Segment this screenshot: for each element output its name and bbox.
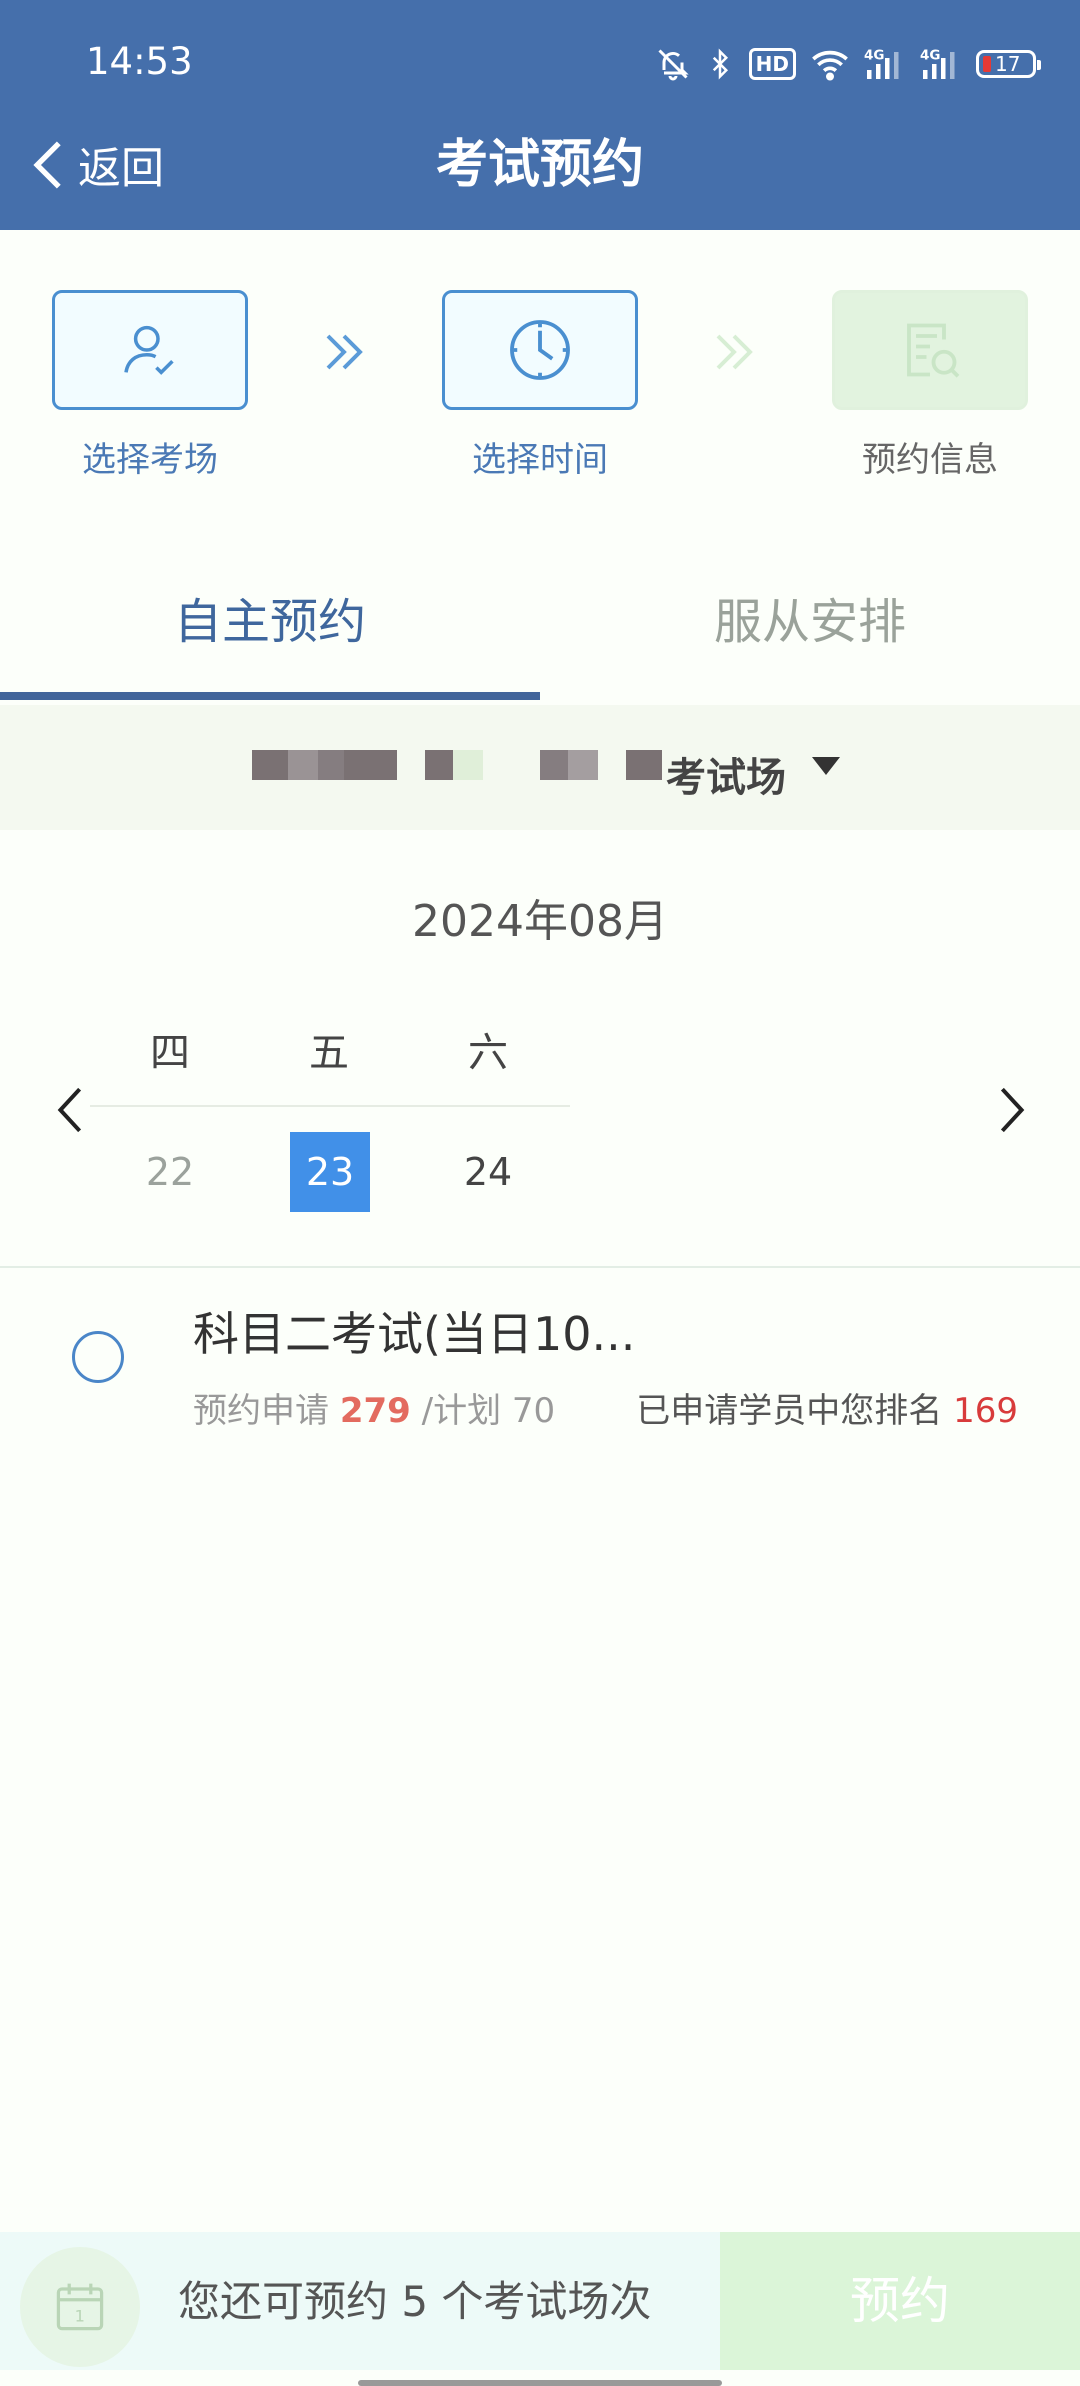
step-label-venue: 选择考场: [82, 440, 218, 480]
venue-suffix-label: 考试场: [666, 755, 786, 801]
wifi-icon: [810, 47, 850, 81]
session-radio[interactable]: [72, 1331, 124, 1383]
venue-selector[interactable]: 考试场: [0, 705, 1080, 830]
remaining-bookings-text: 您还可预约 5 个考试场次: [178, 2277, 652, 2326]
weekday-divider: [90, 1105, 570, 1107]
calendar-month: 2024年08月: [412, 896, 668, 947]
calendar-day-23-selected[interactable]: 23: [290, 1132, 370, 1212]
step-box-time: [442, 290, 638, 410]
plan-count: 70: [511, 1391, 556, 1431]
calendar-day-22[interactable]: 22: [130, 1132, 210, 1212]
tab-self-booking[interactable]: 自主预约: [0, 540, 540, 700]
prev-week-button[interactable]: [40, 1080, 100, 1140]
hd-label: HD: [755, 52, 789, 76]
step-box-venue: [52, 290, 248, 410]
book-button[interactable]: 预约: [720, 2232, 1080, 2370]
rank-label: 已申请学员中您排名: [636, 1391, 943, 1431]
chevron-left-icon: [57, 1087, 82, 1133]
user-check-icon: [124, 325, 174, 375]
battery-icon: 17: [976, 50, 1041, 78]
bottom-bar: 1 您还可预约 5 个考试场次 预约: [0, 2232, 1080, 2370]
step-booking-info: 预约信息: [830, 290, 1030, 481]
page-title: 考试预约: [435, 135, 644, 195]
step-select-venue: 选择考场: [50, 290, 250, 481]
battery-level: 17: [995, 52, 1021, 76]
redacted-text-2: [425, 750, 483, 780]
redacted-text-4: [626, 750, 662, 780]
step-select-time: 选择时间: [440, 290, 640, 481]
status-bar: 14:53 HD 4G 4G 17: [0, 0, 1080, 130]
applied-label: 预约申请: [193, 1391, 329, 1431]
step-box-info: [832, 290, 1028, 410]
document-search-icon: [907, 323, 960, 378]
calendar-day-24[interactable]: 24: [448, 1132, 528, 1212]
clock-icon: [510, 320, 570, 380]
next-week-button[interactable]: [982, 1080, 1042, 1140]
weekday-thu: 四: [150, 1030, 190, 1076]
step-label-info: 预约信息: [862, 440, 998, 480]
booking-mode-tabs: 自主预约 服从安排: [0, 540, 1080, 700]
session-rank: 已申请学员中您排名 169: [636, 1383, 1018, 1432]
svg-text:4G: 4G: [864, 48, 884, 64]
app-header: 14:53 HD 4G 4G 17 返回 考试预约: [0, 0, 1080, 230]
double-chevron-icon: [320, 330, 368, 378]
weekday-sat: 六: [468, 1030, 508, 1076]
chevron-right-icon: [1000, 1087, 1025, 1133]
svg-text:1: 1: [75, 2306, 85, 2325]
redacted-text-3: [540, 750, 598, 780]
remaining-panel: 1 您还可预约 5 个考试场次: [0, 2232, 720, 2370]
caret-down-icon: [812, 757, 840, 775]
progress-steps: 选择考场 选择时间 预约信息: [0, 230, 1080, 530]
session-title: 科目二考试(当日10...: [193, 1307, 636, 1361]
rank-value: 169: [953, 1391, 1018, 1431]
redacted-text: [252, 750, 397, 780]
signal-4g-icon-2: 4G: [920, 46, 962, 82]
signal-4g-icon: 4G: [864, 46, 906, 82]
plan-label: /计划: [421, 1391, 502, 1431]
calendar-icon: 1: [20, 2247, 140, 2367]
status-time: 14:53: [86, 40, 193, 83]
session-quota: 预约申请 279 /计划 70: [193, 1383, 555, 1432]
home-indicator: [358, 2380, 722, 2386]
mute-bell-icon: [655, 46, 691, 82]
bluetooth-icon: [705, 46, 735, 82]
weekday-fri: 五: [309, 1030, 349, 1076]
step-label-time: 选择时间: [472, 440, 608, 480]
applied-count: 279: [339, 1391, 411, 1431]
status-icons: HD 4G 4G 17: [655, 40, 1041, 88]
double-chevron-icon-2: [710, 330, 758, 378]
tab-underline: [0, 692, 540, 700]
svg-text:4G: 4G: [920, 48, 940, 64]
hd-voice-icon: HD: [748, 48, 796, 80]
tab-follow-arrangement[interactable]: 服从安排: [540, 540, 1080, 700]
exam-session-row[interactable]: 科目二考试(当日10... 预约申请 279 /计划 70 已申请学员中您排名 …: [0, 1268, 1080, 1458]
